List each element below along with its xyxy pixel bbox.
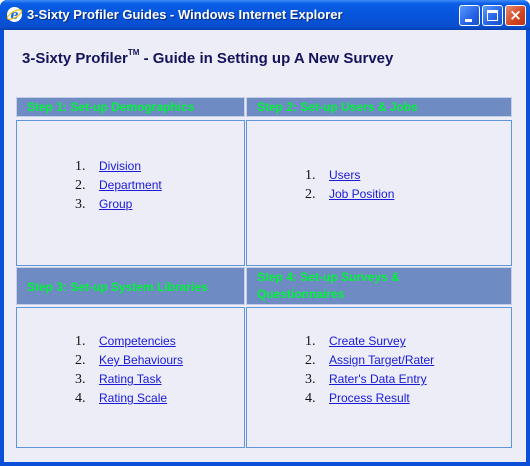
list-item: 3. Group [75, 197, 133, 212]
list-item: 1. Create Survey [305, 334, 406, 349]
division-link[interactable]: Division [99, 159, 141, 173]
users-link[interactable]: Users [329, 168, 360, 182]
title-rest: - Guide in Setting up A New Survey [139, 50, 394, 67]
maximize-icon [487, 10, 498, 21]
process-result-link[interactable]: Process Result [329, 391, 410, 405]
step-3-panel: 1. Competencies 2. Key Behaviours 3. Rating… [16, 307, 245, 448]
list-item: 2. Job Position [305, 187, 395, 202]
step-1-list: 1. Division 2. Department 3. Group [75, 156, 162, 213]
step-4-header: Step 4: Set-up Surveys & Questionnaires [246, 267, 512, 305]
raters-data-entry-link[interactable]: Rater's Data Entry [329, 372, 427, 386]
step-4-panel: 1. Create Survey 2. Assign Target/Rater 3.… [246, 307, 512, 448]
list-item: 2. Assign Target/Rater [305, 353, 435, 368]
trademark-mark: TM [127, 48, 140, 57]
list-item: 1. Competencies [75, 334, 176, 349]
job-position-link[interactable]: Job Position [329, 187, 394, 201]
step-2-list: 1. Users 2. Job Position [305, 165, 394, 203]
assign-target-rater-link[interactable]: Assign Target/Rater [329, 353, 434, 367]
page-content: 3-Sixty ProfilerTM - Guide in Setting up… [4, 30, 526, 462]
list-item: 2. Department [75, 178, 162, 193]
rating-scale-link[interactable]: Rating Scale [99, 391, 167, 405]
group-link[interactable]: Group [99, 197, 132, 211]
close-button[interactable]: × [505, 5, 526, 26]
list-item: 3. Rater's Data Entry [305, 372, 427, 387]
list-item: 1. Division [75, 159, 142, 174]
department-link[interactable]: Department [99, 178, 162, 192]
step-3-header-text: Step 3: Set-up System Libraries [27, 280, 208, 294]
step-4-list: 1. Create Survey 2. Assign Target/Rater 3.… [305, 331, 434, 407]
list-item: 4. Rating Scale [75, 391, 168, 406]
maximize-button[interactable] [482, 5, 503, 26]
create-survey-link[interactable]: Create Survey [329, 334, 406, 348]
step-2-header: Step 2: Set-up Users & Jobs [246, 97, 512, 117]
internet-explorer-icon: e [6, 6, 23, 23]
step-4-header-line-2: Questionnaires [257, 287, 345, 301]
close-icon: × [509, 6, 522, 24]
competencies-link[interactable]: Competencies [99, 334, 176, 348]
window-title: 3-Sixty Profiler Guides - Windows Intern… [27, 7, 343, 22]
step-3-header: Step 3: Set-up System Libraries [16, 267, 245, 305]
list-item: 4. Process Result [305, 391, 410, 406]
minimize-button[interactable] [459, 5, 480, 26]
page-title: 3-Sixty ProfilerTM - Guide in Setting up… [22, 48, 394, 67]
list-item: 2. Key Behaviours [75, 353, 184, 368]
title-bar[interactable]: e 3-Sixty Profiler Guides - Windows Inte… [0, 0, 530, 30]
step-4-header-line-1: Step 4: Set-up Surveys & [257, 270, 400, 284]
step-1-panel: 1. Division 2. Department 3. Group [16, 120, 245, 266]
list-item: 3. Rating Task [75, 372, 162, 387]
list-item: 1. Users [305, 168, 361, 183]
product-name: 3-Sixty Profiler [22, 50, 128, 67]
rating-task-link[interactable]: Rating Task [99, 372, 161, 386]
minimize-icon [465, 19, 472, 22]
step-1-header: Step 1: Set-up Demographics [16, 97, 245, 117]
step-3-list: 1. Competencies 2. Key Behaviours 3. Rating… [75, 331, 183, 407]
key-behaviours-link[interactable]: Key Behaviours [99, 353, 183, 367]
browser-window: e 3-Sixty Profiler Guides - Windows Inte… [0, 0, 530, 466]
step-2-panel: 1. Users 2. Job Position [246, 120, 512, 266]
